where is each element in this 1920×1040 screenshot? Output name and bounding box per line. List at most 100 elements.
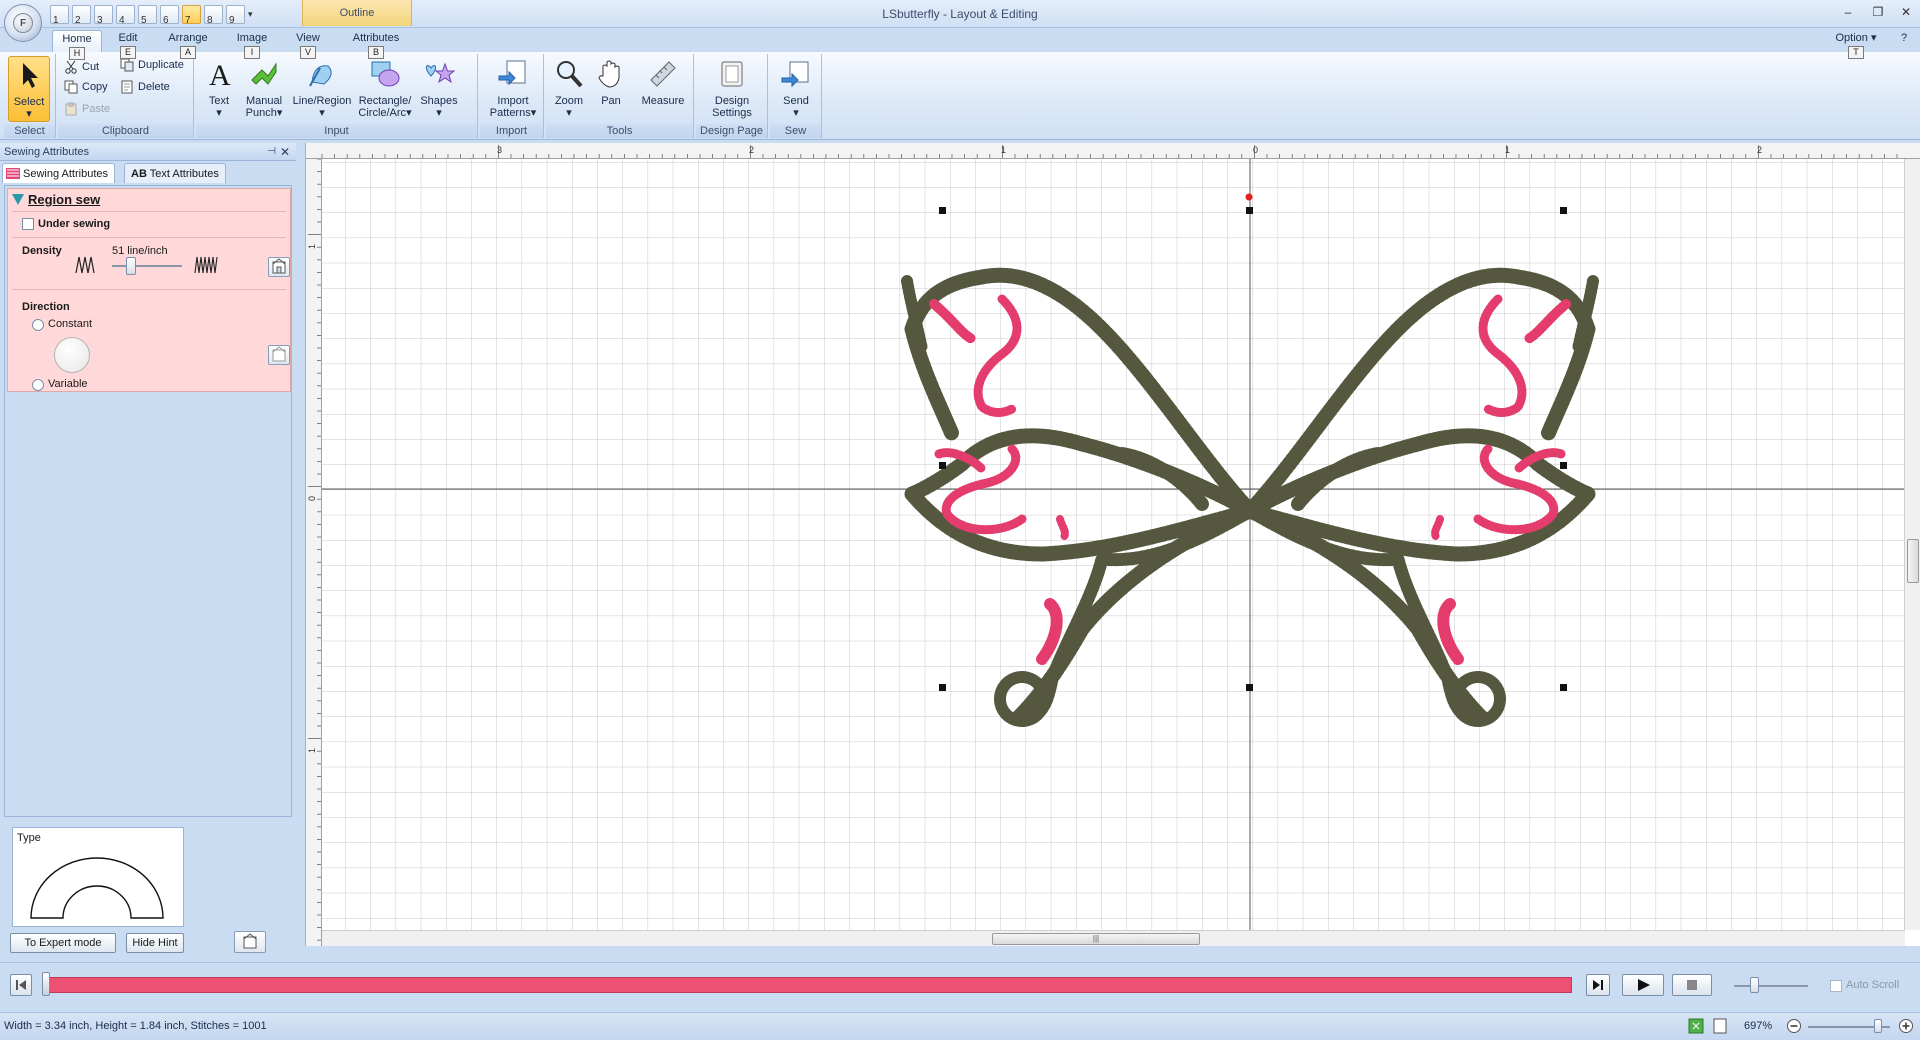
new-doc-icon[interactable]: 2 xyxy=(72,5,91,26)
ruler-label: 1 xyxy=(1505,145,1510,155)
rect-label-2: Circle/Arc xyxy=(358,107,407,119)
rewind-button[interactable] xyxy=(10,974,32,996)
handle-bottom-center[interactable] xyxy=(1246,684,1253,691)
line-region-button[interactable]: Line/Region ▾ xyxy=(290,56,354,122)
ab-icon: AB xyxy=(131,168,147,180)
text-button[interactable]: A Text ▾ xyxy=(200,56,238,122)
skip-end-button[interactable] xyxy=(1586,974,1610,996)
tab-image[interactable]: Image I xyxy=(226,30,278,59)
vertical-ruler: 1 0 1 xyxy=(306,159,322,946)
application-menu-button[interactable]: F xyxy=(4,4,42,42)
tab-attributes[interactable]: Attributes B xyxy=(342,30,410,59)
zoom-out-icon[interactable] xyxy=(1786,1018,1802,1034)
delete-button[interactable]: Delete xyxy=(118,78,170,96)
group-label-input: Input xyxy=(196,124,477,138)
redo-icon[interactable]: 9 xyxy=(226,5,245,26)
density-slider-track[interactable] xyxy=(112,265,182,267)
tab-text-attributes[interactable]: AB Text Attributes xyxy=(124,163,226,183)
handle-bottom-left[interactable] xyxy=(939,684,946,691)
restore-icon[interactable]: ❐ xyxy=(1866,3,1890,23)
design-canvas[interactable]: 321012 101 ||| xyxy=(305,143,1920,946)
grid-toggle-icon[interactable] xyxy=(1688,1018,1704,1034)
variable-radio[interactable] xyxy=(32,379,44,391)
density-slider-thumb[interactable] xyxy=(126,257,136,275)
panel-body: Region sew Under sewing Density 51 line/… xyxy=(4,185,292,817)
sewing-pattern-icon xyxy=(6,168,20,179)
preview-icon[interactable]: 6 xyxy=(160,5,179,26)
handle-bottom-right[interactable] xyxy=(1560,684,1567,691)
design-settings-button[interactable]: Design Settings xyxy=(704,56,760,122)
design-grid[interactable] xyxy=(322,159,1905,930)
select-button[interactable]: Select ▾ xyxy=(8,56,50,122)
page-view-icon[interactable] xyxy=(1712,1018,1728,1034)
tab-view[interactable]: View V xyxy=(288,30,328,59)
option-menu[interactable]: Option ▾ T xyxy=(1826,30,1886,59)
print-icon[interactable]: 5 xyxy=(138,5,157,26)
import-label-1: Import xyxy=(497,95,529,107)
play-button[interactable] xyxy=(1622,974,1664,996)
hint-settings-button[interactable] xyxy=(234,931,266,953)
vertical-scrollbar[interactable] xyxy=(1904,159,1920,930)
stop-button[interactable] xyxy=(1672,974,1712,996)
undo-icon[interactable]: 8 xyxy=(204,5,223,26)
progress-slider-thumb[interactable] xyxy=(42,972,50,996)
measure-button[interactable]: Measure xyxy=(638,56,688,122)
duplicate-label: Duplicate xyxy=(138,59,184,71)
delete-icon xyxy=(121,80,133,94)
direction-settings-button[interactable] xyxy=(268,345,290,365)
hide-hint-button[interactable]: Hide Hint xyxy=(126,933,184,953)
save-icon[interactable]: 4 xyxy=(116,5,135,26)
send-button[interactable]: Send ▾ xyxy=(776,56,816,122)
pan-button[interactable]: Pan xyxy=(592,56,630,122)
horizontal-scroll-thumb[interactable]: ||| xyxy=(992,933,1200,945)
pin-icon[interactable]: ⊣ xyxy=(267,143,276,161)
realistic-view-icon[interactable]: 7 xyxy=(182,5,201,26)
speed-slider-thumb[interactable] xyxy=(1750,977,1759,993)
paste-button[interactable]: Paste xyxy=(62,100,110,118)
manual-punch-button[interactable]: Manual Punch▾ xyxy=(242,56,286,122)
zoom-slider-thumb[interactable] xyxy=(1874,1019,1882,1033)
open-file-icon[interactable]: 3 xyxy=(94,5,113,26)
checkbox-box[interactable] xyxy=(1830,980,1842,992)
panel-close-icon[interactable]: ✕ xyxy=(280,143,290,161)
region-sew-title[interactable]: Region sew xyxy=(12,192,100,207)
handle-top-left[interactable] xyxy=(939,207,946,214)
auto-scroll-checkbox[interactable]: Auto Scroll xyxy=(1830,979,1899,992)
qat-dropdown-icon[interactable]: ▾ xyxy=(248,5,253,24)
to-expert-mode-button[interactable]: To Expert mode xyxy=(10,933,116,953)
constant-radio[interactable] xyxy=(32,319,44,331)
ruler-label: 2 xyxy=(749,145,754,155)
tab-home[interactable]: Home H xyxy=(52,30,102,60)
handle-middle-left[interactable] xyxy=(939,462,946,469)
tab-arrange[interactable]: Arrange A xyxy=(160,30,216,59)
rectangle-circle-arc-button[interactable]: Rectangle/Circle/Arc▾ xyxy=(356,56,414,122)
hand-icon xyxy=(598,60,620,88)
zoom-in-icon[interactable] xyxy=(1898,1018,1914,1034)
copy-button[interactable]: Copy xyxy=(62,78,108,96)
speed-slider-track[interactable] xyxy=(1734,985,1808,987)
close-icon[interactable]: ✕ xyxy=(1894,3,1918,23)
context-tab-outline[interactable]: Outline xyxy=(302,0,412,26)
rotate-handle[interactable] xyxy=(1245,193,1253,201)
handle-top-right[interactable] xyxy=(1560,207,1567,214)
shapes-button[interactable]: Shapes ▾ xyxy=(418,56,460,122)
cut-button[interactable]: Cut xyxy=(62,58,99,76)
handle-top-center[interactable] xyxy=(1246,207,1253,214)
density-settings-button[interactable] xyxy=(268,257,290,277)
import-patterns-button[interactable]: Import Patterns▾ xyxy=(486,56,540,122)
vertical-scroll-thumb[interactable] xyxy=(1907,539,1919,583)
minimize-icon[interactable]: – xyxy=(1836,3,1860,23)
under-sewing-checkbox[interactable]: Under sewing xyxy=(22,217,110,231)
zoom-button[interactable]: Zoom ▾ xyxy=(550,56,588,122)
help-icon[interactable]: ? xyxy=(1892,30,1916,52)
horizontal-scrollbar[interactable]: ||| xyxy=(322,930,1905,946)
checkbox-box[interactable] xyxy=(22,218,34,230)
skip-end-icon xyxy=(1593,980,1603,990)
direction-dial[interactable] xyxy=(54,337,90,373)
handle-middle-right[interactable] xyxy=(1560,462,1567,469)
tab-edit[interactable]: Edit E xyxy=(108,30,148,59)
option-label: Option xyxy=(1835,32,1868,44)
new-file-icon[interactable]: 1 xyxy=(50,5,69,26)
stitch-progress-bar[interactable] xyxy=(42,977,1572,993)
tab-sewing-attributes[interactable]: Sewing Attributes xyxy=(2,163,115,183)
